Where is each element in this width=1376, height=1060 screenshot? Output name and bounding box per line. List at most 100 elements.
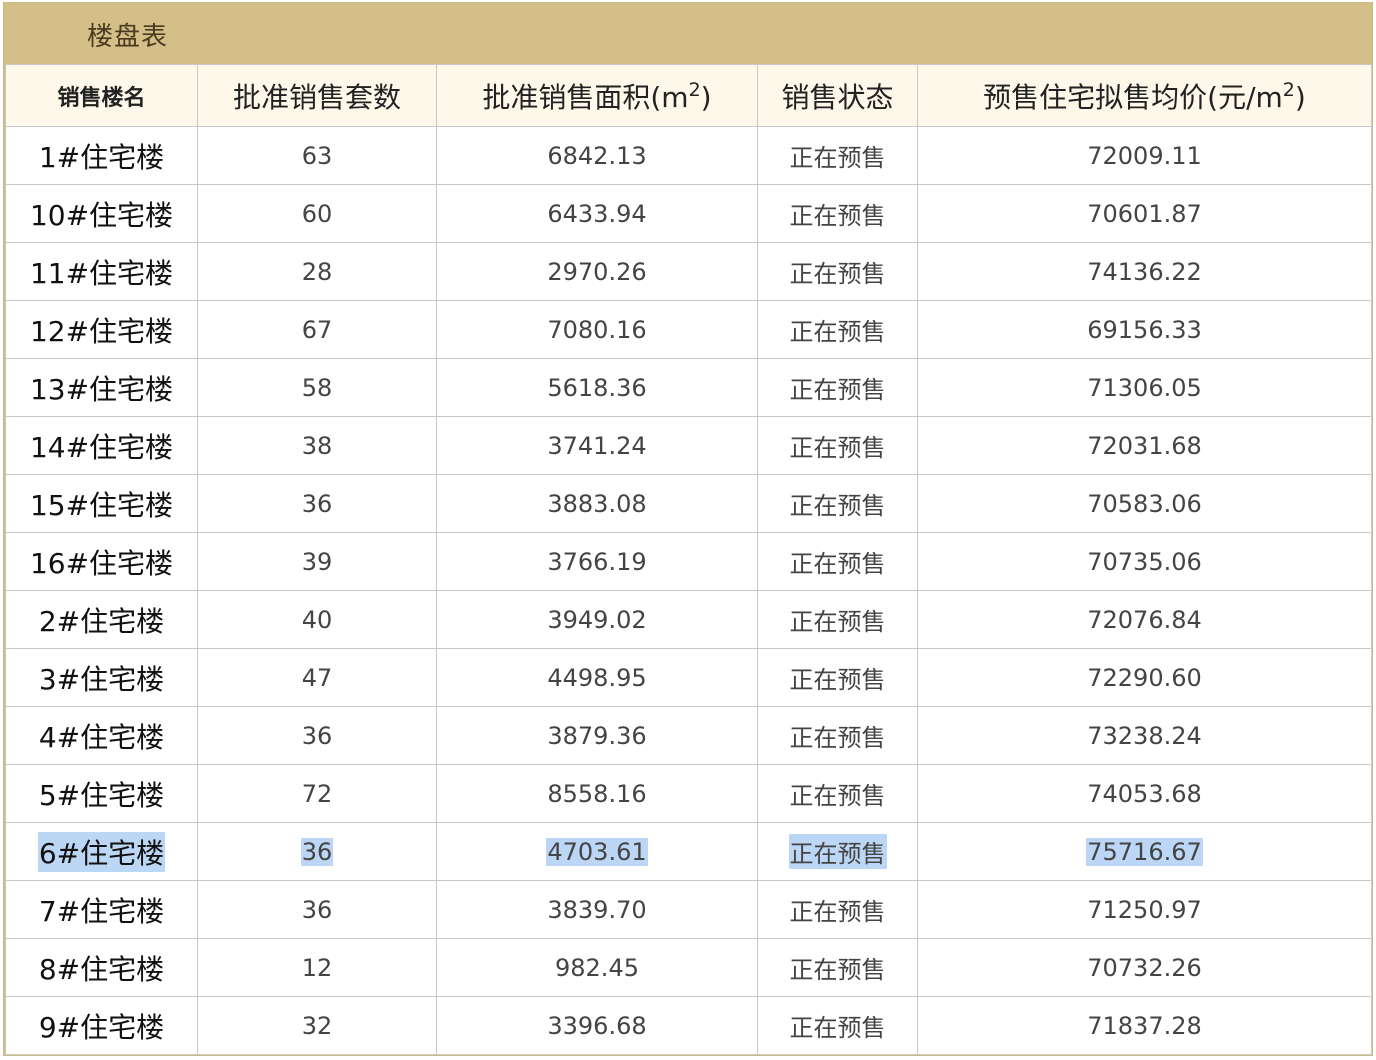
cell-sales-status[interactable]: 正在预售 [757,474,918,533]
cell-sales-status[interactable]: 正在预售 [757,938,918,997]
cell-approved-units[interactable]: 58 [197,358,437,417]
cell-sales-status[interactable]: 正在预售 [757,126,918,185]
cell-building-name[interactable]: 7#住宅楼 [5,880,198,939]
cell-avg-price[interactable]: 72076.84 [917,590,1372,649]
cell-approved-area[interactable]: 3949.02 [436,590,758,649]
cell-approved-area-text: 3883.08 [547,489,647,518]
cell-avg-price[interactable]: 72290.60 [917,648,1372,707]
cell-approved-units[interactable]: 63 [197,126,437,185]
table-row[interactable]: 15#住宅楼 36 3883.08 正在预售 70583.06 [5,474,1372,533]
cell-sales-status[interactable]: 正在预售 [757,242,918,301]
cell-approved-units[interactable]: 38 [197,416,437,475]
table-row[interactable]: 10#住宅楼 60 6433.94 正在预售 70601.87 [5,184,1372,243]
table-row[interactable]: 8#住宅楼 12 982.45 正在预售 70732.26 [5,938,1372,997]
cell-approved-units[interactable]: 36 [197,474,437,533]
cell-approved-area[interactable]: 8558.16 [436,764,758,823]
cell-approved-area[interactable]: 6842.13 [436,126,758,185]
cell-approved-area[interactable]: 3883.08 [436,474,758,533]
table-row[interactable]: 16#住宅楼 39 3766.19 正在预售 70735.06 [5,532,1372,591]
cell-approved-area[interactable]: 3741.24 [436,416,758,475]
cell-building-name[interactable]: 6#住宅楼 [5,822,198,881]
cell-building-name[interactable]: 5#住宅楼 [5,764,198,823]
cell-sales-status[interactable]: 正在预售 [757,358,918,417]
cell-sales-status[interactable]: 正在预售 [757,590,918,649]
cell-sales-status[interactable]: 正在预售 [757,184,918,243]
cell-avg-price[interactable]: 73238.24 [917,706,1372,765]
cell-approved-area[interactable]: 5618.36 [436,358,758,417]
cell-approved-units[interactable]: 67 [197,300,437,359]
cell-sales-status[interactable]: 正在预售 [757,880,918,939]
cell-sales-status[interactable]: 正在预售 [757,532,918,591]
cell-building-name[interactable]: 8#住宅楼 [5,938,198,997]
cell-sales-status[interactable]: 正在预售 [757,648,918,707]
cell-approved-area[interactable]: 3839.70 [436,880,758,939]
cell-approved-units[interactable]: 28 [197,242,437,301]
cell-avg-price[interactable]: 72031.68 [917,416,1372,475]
cell-building-name[interactable]: 9#住宅楼 [5,996,198,1055]
cell-approved-area[interactable]: 3879.36 [436,706,758,765]
table-row[interactable]: 4#住宅楼 36 3879.36 正在预售 73238.24 [5,706,1372,765]
cell-building-name[interactable]: 11#住宅楼 [5,242,198,301]
table-row[interactable]: 12#住宅楼 67 7080.16 正在预售 69156.33 [5,300,1372,359]
cell-building-name-text: 11#住宅楼 [29,256,174,290]
table-row[interactable]: 6#住宅楼 36 4703.61 正在预售 75716.67 [5,822,1372,881]
cell-approved-area-text: 6842.13 [547,141,647,170]
cell-building-name[interactable]: 2#住宅楼 [5,590,198,649]
cell-building-name[interactable]: 10#住宅楼 [5,184,198,243]
cell-avg-price[interactable]: 74136.22 [917,242,1372,301]
cell-approved-area[interactable]: 982.45 [436,938,758,997]
table-row[interactable]: 2#住宅楼 40 3949.02 正在预售 72076.84 [5,590,1372,649]
cell-approved-area[interactable]: 7080.16 [436,300,758,359]
cell-building-name[interactable]: 16#住宅楼 [5,532,198,591]
cell-sales-status-text: 正在预售 [789,376,886,404]
cell-building-name[interactable]: 1#住宅楼 [5,126,198,185]
cell-approved-area[interactable]: 2970.26 [436,242,758,301]
cell-avg-price[interactable]: 71837.28 [917,996,1372,1055]
cell-approved-units[interactable]: 60 [197,184,437,243]
cell-sales-status[interactable]: 正在预售 [757,706,918,765]
cell-sales-status[interactable]: 正在预售 [757,300,918,359]
table-row[interactable]: 5#住宅楼 72 8558.16 正在预售 74053.68 [5,764,1372,823]
cell-approved-units[interactable]: 39 [197,532,437,591]
cell-sales-status[interactable]: 正在预售 [757,416,918,475]
cell-approved-units[interactable]: 12 [197,938,437,997]
cell-avg-price[interactable]: 75716.67 [917,822,1372,881]
cell-avg-price[interactable]: 71250.97 [917,880,1372,939]
cell-avg-price[interactable]: 70601.87 [917,184,1372,243]
cell-approved-area[interactable]: 4498.95 [436,648,758,707]
cell-avg-price[interactable]: 70583.06 [917,474,1372,533]
table-row[interactable]: 14#住宅楼 38 3741.24 正在预售 72031.68 [5,416,1372,475]
cell-approved-units[interactable]: 36 [197,822,437,881]
table-row[interactable]: 9#住宅楼 32 3396.68 正在预售 71837.28 [5,996,1372,1055]
table-row[interactable]: 1#住宅楼 63 6842.13 正在预售 72009.11 [5,126,1372,185]
cell-approved-units[interactable]: 36 [197,880,437,939]
cell-building-name[interactable]: 14#住宅楼 [5,416,198,475]
cell-avg-price[interactable]: 72009.11 [917,126,1372,185]
table-row[interactable]: 11#住宅楼 28 2970.26 正在预售 74136.22 [5,242,1372,301]
cell-avg-price[interactable]: 71306.05 [917,358,1372,417]
cell-approved-units[interactable]: 40 [197,590,437,649]
cell-building-name[interactable]: 13#住宅楼 [5,358,198,417]
cell-avg-price[interactable]: 69156.33 [917,300,1372,359]
table-row[interactable]: 7#住宅楼 36 3839.70 正在预售 71250.97 [5,880,1372,939]
cell-approved-area[interactable]: 3766.19 [436,532,758,591]
cell-approved-units[interactable]: 36 [197,706,437,765]
table-row[interactable]: 13#住宅楼 58 5618.36 正在预售 71306.05 [5,358,1372,417]
cell-sales-status[interactable]: 正在预售 [757,764,918,823]
cell-approved-area[interactable]: 4703.61 [436,822,758,881]
cell-avg-price[interactable]: 70732.26 [917,938,1372,997]
cell-building-name[interactable]: 3#住宅楼 [5,648,198,707]
cell-avg-price[interactable]: 74053.68 [917,764,1372,823]
cell-sales-status[interactable]: 正在预售 [757,996,918,1055]
cell-building-name[interactable]: 12#住宅楼 [5,300,198,359]
cell-building-name[interactable]: 15#住宅楼 [5,474,198,533]
cell-sales-status[interactable]: 正在预售 [757,822,918,881]
cell-approved-area[interactable]: 6433.94 [436,184,758,243]
cell-building-name[interactable]: 4#住宅楼 [5,706,198,765]
table-row[interactable]: 3#住宅楼 47 4498.95 正在预售 72290.60 [5,648,1372,707]
cell-avg-price[interactable]: 70735.06 [917,532,1372,591]
cell-approved-units[interactable]: 47 [197,648,437,707]
cell-approved-units[interactable]: 72 [197,764,437,823]
cell-approved-area[interactable]: 3396.68 [436,996,758,1055]
cell-approved-units[interactable]: 32 [197,996,437,1055]
